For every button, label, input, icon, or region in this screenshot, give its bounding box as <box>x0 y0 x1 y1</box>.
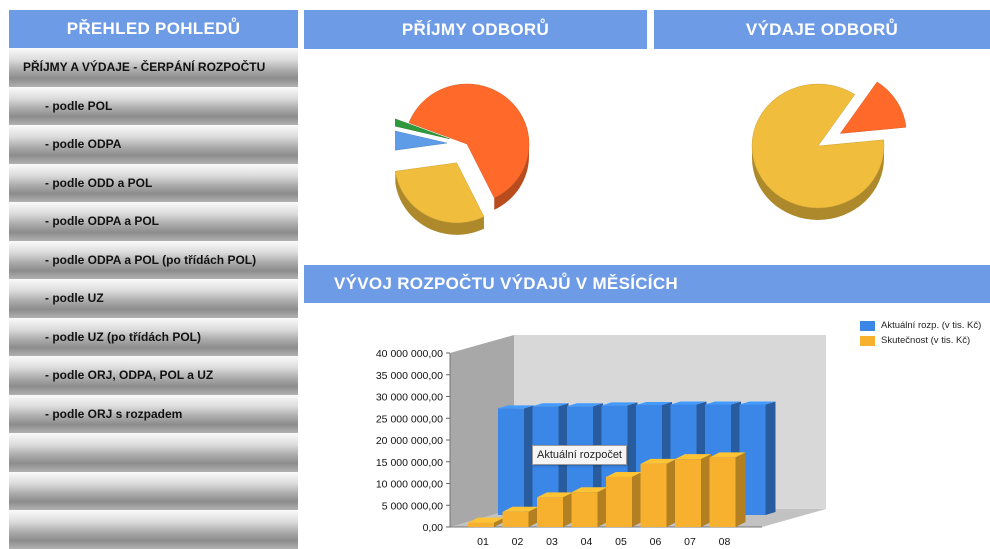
x-tick-label: 01 <box>477 536 489 548</box>
views-sidebar: PŘEHLED POHLEDŮ PŘÍJMY A VÝDAJE - ČERPÁN… <box>9 10 298 549</box>
sidebar-item-uz-tridy[interactable]: - podle UZ (po třídách POL) <box>9 317 298 356</box>
sidebar-empty-row <box>9 510 298 549</box>
y-tick-label: 0,00 <box>423 522 444 534</box>
x-tick-label: 03 <box>546 536 558 548</box>
bar-skutecnost <box>537 497 563 527</box>
y-tick-label: 15 000 000,00 <box>376 457 443 469</box>
bar-tooltip: Aktuální rozpočet <box>532 445 627 465</box>
y-tick-label: 35 000 000,00 <box>376 370 443 382</box>
x-tick-label: 05 <box>615 536 627 548</box>
pie-slice <box>395 162 485 224</box>
sidebar-title: PŘEHLED POHLEDŮ <box>9 10 298 48</box>
bar-skutecnost <box>675 459 701 527</box>
sidebar-item-pol[interactable]: - podle POL <box>9 86 298 125</box>
bar-skutecnost <box>606 476 632 527</box>
x-tick-label: 04 <box>581 536 593 548</box>
y-tick-label: 20 000 000,00 <box>376 435 443 447</box>
legend-item-skutecnost: Skutečnost (v tis. Kč) <box>860 333 981 348</box>
prijmy-pie-chart[interactable] <box>395 60 565 240</box>
sidebar-item-odpa-pol[interactable]: - podle ODPA a POL <box>9 202 298 241</box>
legend-swatch-skutecnost <box>860 335 875 346</box>
sidebar-item-odpa-pol-tridy[interactable]: - podle ODPA a POL (po třídách POL) <box>9 240 298 279</box>
legend-swatch-aktualni <box>860 320 875 331</box>
sidebar-item-odpa[interactable]: - podle ODPA <box>9 125 298 164</box>
vyvoj-panel-title: VÝVOJ ROZPOČTU VÝDAJŮ V MĚSÍCÍCH <box>304 265 990 303</box>
sidebar-empty-row <box>9 471 298 510</box>
sidebar-item-orj-rozpad[interactable]: - podle ORJ s rozpadem <box>9 394 298 433</box>
prijmy-panel-title: PŘÍJMY ODBORŮ <box>304 10 647 49</box>
bar-side-skutecnost <box>735 452 746 527</box>
sidebar-section-prijmy-vydaje[interactable]: PŘÍJMY A VÝDAJE - ČERPÁNÍ ROZPOČTU <box>9 48 298 87</box>
y-tick-label: 25 000 000,00 <box>376 413 443 425</box>
bar-skutecnost <box>502 511 529 527</box>
bar-skutecnost <box>468 522 494 527</box>
x-tick-label: 08 <box>719 536 731 548</box>
pie-slice <box>839 81 907 134</box>
legend-item-aktualni: Aktuální rozp. (v tis. Kč) <box>860 318 981 333</box>
sidebar-item-orj-odpa-pol-uz[interactable]: - podle ORJ, ODPA, POL a UZ <box>9 356 298 395</box>
sidebar-item-odd-pol[interactable]: - podle ODD a POL <box>9 163 298 202</box>
sidebar-item-uz[interactable]: - podle UZ <box>9 279 298 318</box>
bar-skutecnost <box>571 492 598 527</box>
x-tick-label: 07 <box>684 536 696 548</box>
legend-label-aktualni: Aktuální rozp. (v tis. Kč) <box>881 320 982 331</box>
bar-aktualni <box>498 408 524 515</box>
vydaje-pie-chart[interactable] <box>740 78 920 228</box>
bar-skutecnost <box>709 457 736 527</box>
bar-side-aktualni <box>765 401 776 515</box>
sidebar-empty-row <box>9 433 298 472</box>
x-tick-label: 02 <box>512 536 524 548</box>
y-tick-label: 30 000 000,00 <box>376 392 443 404</box>
y-tick-label: 40 000 000,00 <box>376 348 443 360</box>
legend-label-skutecnost: Skutečnost (v tis. Kč) <box>881 335 971 346</box>
x-tick-label: 06 <box>650 536 662 548</box>
vyvoj-bar-chart[interactable]: 0,00 5 000 000,00 10 000 000,00 15 000 000,… <box>304 310 854 548</box>
chart-legend: Aktuální rozp. (v tis. Kč) Skutečnost (v… <box>860 318 981 348</box>
vydaje-panel-title: VÝDAJE ODBORŮ <box>654 10 990 49</box>
y-tick-label: 5 000 000,00 <box>382 500 443 512</box>
bar-skutecnost <box>640 463 667 527</box>
y-tick-label: 10 000 000,00 <box>376 479 443 491</box>
